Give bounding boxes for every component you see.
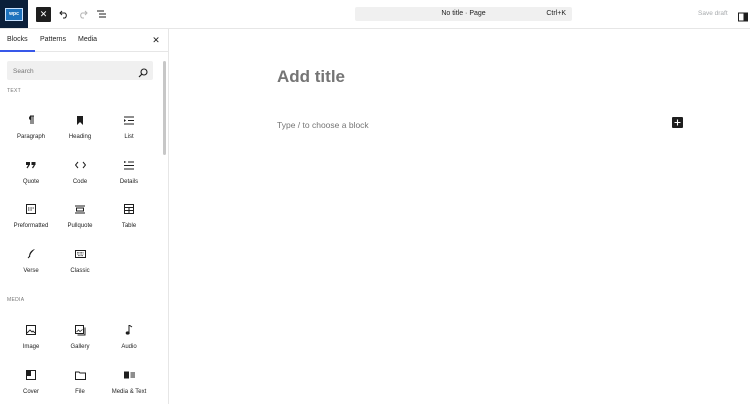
tab-patterns[interactable]: Patterns <box>40 29 66 51</box>
inserter-tabs: Blocks Patterns Media ✕ <box>0 29 168 52</box>
block-preformatted[interactable]: Preformatted <box>7 202 55 238</box>
block-image[interactable]: Image <box>7 323 55 359</box>
block-label: Audio <box>121 344 137 350</box>
search-input[interactable] <box>7 61 135 82</box>
verse-icon <box>7 247 55 261</box>
block-code[interactable]: Code <box>56 158 104 194</box>
file-icon <box>56 368 104 382</box>
section-label-media: MEDIA <box>7 297 25 303</box>
pullquote-icon <box>56 202 104 216</box>
table-icon <box>105 202 153 216</box>
quote-icon <box>7 158 55 172</box>
block-label: Classic <box>70 268 90 274</box>
block-paragraph[interactable]: Paragraph <box>7 113 55 149</box>
image-icon <box>7 323 55 337</box>
panel-scrollbar[interactable] <box>163 61 166 155</box>
plus-icon <box>674 119 681 126</box>
media-text-icon <box>105 368 153 382</box>
post-title-input[interactable]: Add title <box>277 67 345 87</box>
block-label: Details <box>119 179 139 185</box>
editor-canvas: Add title Type / to choose a block <box>169 29 750 404</box>
gallery-icon <box>56 323 104 337</box>
tab-media[interactable]: Media <box>78 29 97 51</box>
block-quote[interactable]: Quote <box>7 158 55 194</box>
document-bar[interactable]: No title · Page Ctrl+K <box>355 7 572 21</box>
block-pullquote[interactable]: Pullquote <box>56 202 104 238</box>
block-list[interactable]: List <box>105 113 153 149</box>
block-label: Table <box>121 223 137 229</box>
add-block-button[interactable] <box>672 117 683 128</box>
search-icon <box>138 65 148 78</box>
block-inserter-panel: Blocks Patterns Media ✕ TEXT Paragraph H… <box>0 29 169 404</box>
block-details[interactable]: Details <box>105 158 153 194</box>
heading-bookmark-icon <box>56 113 104 127</box>
redo-icon[interactable] <box>76 7 90 21</box>
preformatted-icon <box>7 202 55 216</box>
block-classic[interactable]: Classic <box>56 247 104 283</box>
tab-blocks[interactable]: Blocks <box>0 29 35 52</box>
sidebar-toggle-icon[interactable] <box>738 9 748 22</box>
save-draft-button[interactable]: Save draft <box>698 10 728 17</box>
block-media-text[interactable]: Media & Text <box>105 368 153 404</box>
document-title: No title · Page <box>441 10 486 17</box>
cover-icon <box>7 368 55 382</box>
block-file[interactable]: File <box>56 368 104 404</box>
block-audio[interactable]: Audio <box>105 323 153 359</box>
block-cover[interactable]: Cover <box>7 368 55 404</box>
undo-icon[interactable] <box>57 7 71 21</box>
classic-keyboard-icon <box>56 247 104 261</box>
code-icon <box>56 158 104 172</box>
command-shortcut: Ctrl+K <box>546 10 566 17</box>
block-heading[interactable]: Heading <box>56 113 104 149</box>
logo-text: wpc <box>5 7 23 21</box>
audio-icon <box>105 323 153 337</box>
block-placeholder[interactable]: Type / to choose a block <box>277 120 369 130</box>
close-panel-button[interactable]: ✕ <box>151 35 161 45</box>
details-icon <box>105 158 153 172</box>
block-search[interactable] <box>7 61 153 82</box>
list-view-icon[interactable] <box>95 7 109 21</box>
site-logo[interactable]: wpc <box>0 0 28 28</box>
block-label: List <box>124 134 134 140</box>
block-table[interactable]: Table <box>105 202 153 238</box>
close-inserter-button[interactable]: ✕ <box>36 7 51 22</box>
block-verse[interactable]: Verse <box>7 247 55 283</box>
paragraph-icon <box>7 113 55 127</box>
block-label: Media & Text <box>111 389 147 395</box>
block-gallery[interactable]: Gallery <box>56 323 104 359</box>
section-label-text: TEXT <box>7 88 21 94</box>
list-icon <box>105 113 153 127</box>
editor-top-bar: wpc ✕ No title · Page Ctrl+K Save draft <box>0 0 750 29</box>
